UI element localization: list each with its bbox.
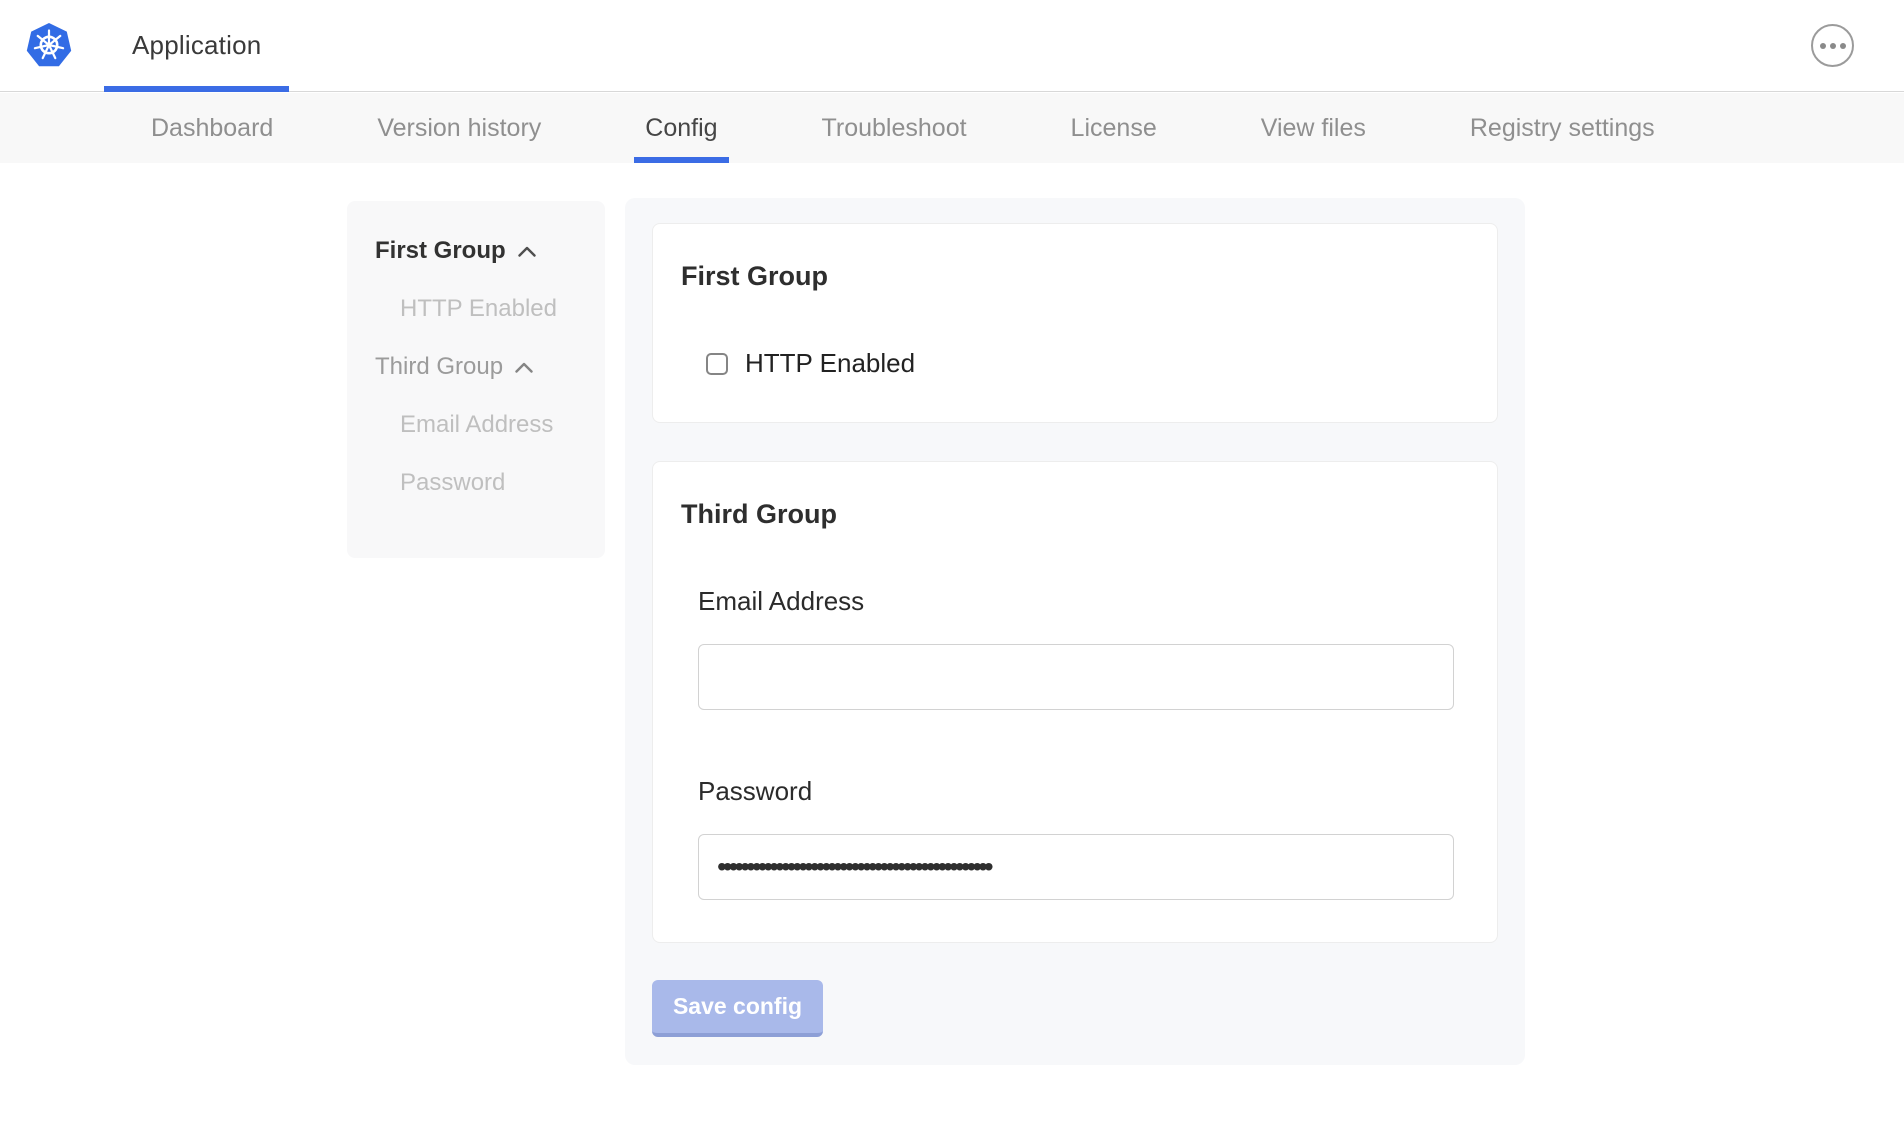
http-enabled-field: HTTP Enabled	[706, 348, 1497, 379]
sidebar-item-http-enabled[interactable]: HTTP Enabled	[347, 280, 605, 338]
top-bar: Application	[0, 0, 1904, 92]
sidebar-group-label: First Group	[375, 237, 506, 265]
group-title: Third Group	[681, 498, 1497, 530]
chevron-up-icon	[515, 362, 533, 373]
password-field: Password	[698, 776, 1452, 900]
config-sidebar: First Group HTTP Enabled Third Group Ema…	[347, 201, 605, 558]
tab-dashboard[interactable]: Dashboard	[140, 93, 284, 163]
http-enabled-label[interactable]: HTTP Enabled	[745, 348, 915, 379]
config-group-card-third-group: Third Group Email Address Password	[652, 461, 1498, 943]
email-address-label: Email Address	[698, 586, 1452, 616]
chevron-up-icon	[518, 246, 536, 257]
save-config-button[interactable]: Save config	[652, 980, 823, 1037]
tab-license[interactable]: License	[1060, 93, 1168, 163]
sidebar-group-third-group[interactable]: Third Group	[347, 338, 605, 396]
app-subnav: Dashboard Version history Config Trouble…	[0, 93, 1904, 163]
tab-config[interactable]: Config	[634, 93, 728, 163]
password-label: Password	[698, 776, 1452, 806]
email-address-input[interactable]	[698, 644, 1454, 710]
password-input[interactable]	[698, 834, 1454, 900]
sidebar-item-password[interactable]: Password	[347, 454, 605, 512]
group-title: First Group	[681, 260, 1497, 292]
sidebar-item-email-address[interactable]: Email Address	[347, 396, 605, 454]
sidebar-group-first-group[interactable]: First Group	[347, 222, 605, 280]
tab-troubleshoot[interactable]: Troubleshoot	[811, 93, 978, 163]
config-panel: First Group HTTP Enabled Third Group Ema…	[625, 198, 1525, 1065]
tab-application[interactable]: Application	[104, 0, 289, 91]
config-group-card-first-group: First Group HTTP Enabled	[652, 223, 1498, 423]
http-enabled-checkbox[interactable]	[706, 353, 728, 375]
app-tab-label: Application	[132, 30, 261, 61]
tab-registry-settings[interactable]: Registry settings	[1459, 93, 1666, 163]
email-address-field: Email Address	[698, 586, 1452, 710]
kubernetes-logo	[26, 22, 72, 68]
sidebar-group-label: Third Group	[375, 353, 503, 381]
kubernetes-logo-icon	[26, 22, 72, 68]
ellipsis-icon	[1820, 43, 1846, 49]
tab-view-files[interactable]: View files	[1250, 93, 1377, 163]
tab-version-history[interactable]: Version history	[366, 93, 552, 163]
overflow-menu-button[interactable]	[1811, 24, 1854, 67]
